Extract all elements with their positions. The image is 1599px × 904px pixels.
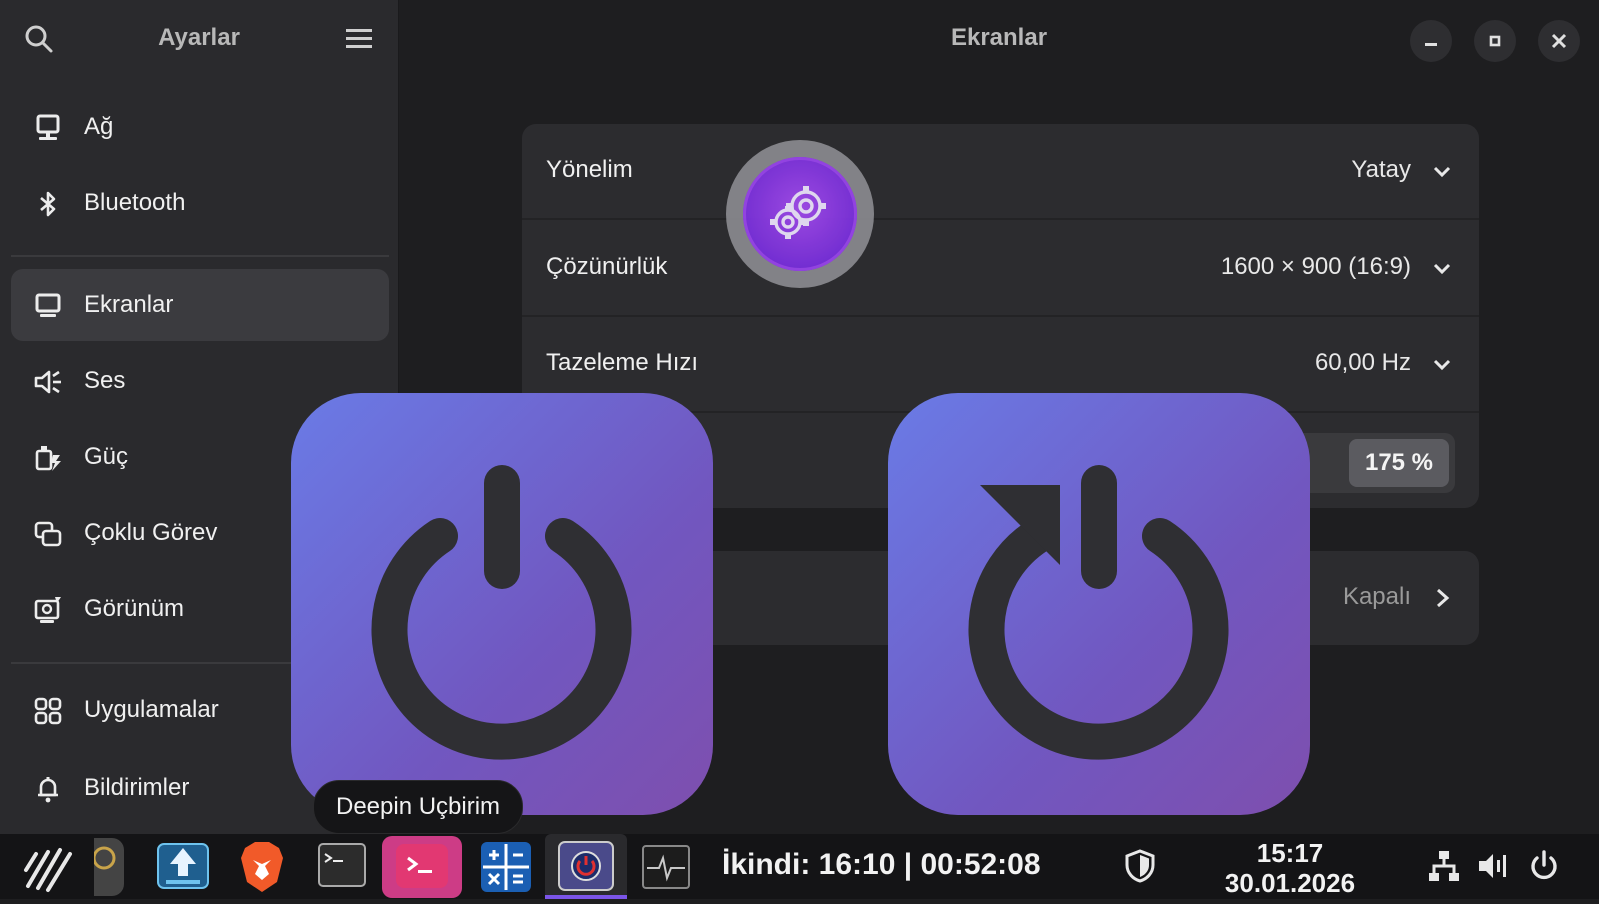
night-light-status: Kapalı [1342, 583, 1411, 610]
row-divider [522, 218, 1479, 220]
clock-date: 30.01.2026 [1224, 868, 1356, 898]
sidebar-title: Ayarlar [158, 24, 240, 51]
bluetooth-icon [40, 191, 56, 217]
power-tray-icon[interactable] [1526, 848, 1562, 884]
refresh-rate-label: Tazeleme Hızı [546, 349, 699, 376]
display-icon [35, 293, 61, 317]
launcher-icon[interactable] [18, 838, 78, 896]
active-indicator [545, 895, 627, 899]
sidebar-separator [11, 255, 389, 257]
close-button[interactable] [1538, 20, 1580, 62]
apps-grid-icon [34, 697, 62, 725]
power-off-icon [371, 465, 632, 760]
deepin-terminal-icon[interactable] [382, 836, 462, 898]
sidebar-item-network[interactable]: Ağ [11, 91, 389, 163]
taskbar: İkindi: 16:10 | 00:52:08 15:17 30.01.202… [0, 834, 1599, 899]
shield-icon[interactable] [1122, 848, 1158, 884]
brave-browser-icon[interactable] [233, 838, 291, 896]
taskbar-tooltip: Deepin Uçbirim [313, 780, 524, 834]
sidebar-item-label: Ses [84, 367, 126, 394]
software-updater-icon[interactable] [154, 838, 212, 896]
minimize-icon [1425, 43, 1437, 46]
hamburger-menu-icon[interactable] [344, 24, 374, 54]
resolution-label: Çözünürlük [546, 253, 668, 280]
resolution-value[interactable]: 1600 × 900 (16:9) [1221, 253, 1411, 281]
app-icon [92, 846, 116, 870]
minimize-button[interactable] [1410, 20, 1452, 62]
system-monitor-icon[interactable] [637, 838, 695, 896]
power-plug-icon [35, 446, 61, 471]
prayer-time-widget[interactable]: İkindi: 16:10 | 00:52:08 [722, 848, 1041, 882]
floating-settings-bubble[interactable] [726, 140, 874, 288]
shutdown-overlay-button[interactable] [291, 393, 713, 815]
appearance-icon [34, 597, 61, 623]
orientation-row[interactable]: Yönelim Yatay [522, 124, 1479, 218]
chevron-right-icon[interactable] [1431, 587, 1453, 609]
sidebar-item-label: Bluetooth [84, 189, 186, 216]
sound-icon [34, 370, 61, 394]
chevron-down-icon[interactable] [1431, 160, 1453, 182]
chevron-down-icon[interactable] [1431, 257, 1453, 279]
close-icon [1551, 33, 1567, 49]
scale-option-active[interactable]: 175 % [1349, 439, 1449, 487]
clock-time: 15:17 [1256, 838, 1324, 868]
network-icon [36, 114, 60, 140]
bell-icon [38, 777, 58, 803]
restart-icon [968, 465, 1229, 760]
sidebar-header: Ayarlar [0, 0, 398, 80]
terminal-icon[interactable] [313, 838, 371, 896]
sidebar-item-label: Ekranlar [84, 291, 174, 318]
settings-bubble-inner [743, 157, 857, 271]
calculator-icon[interactable] [477, 838, 535, 896]
orientation-label: Yönelim [546, 156, 633, 183]
sidebar-item-label: Ağ [84, 113, 114, 140]
sidebar-item-label: Görünüm [84, 595, 185, 622]
multitasking-icon [34, 521, 62, 547]
sidebar-item-label: Çoklu Görev [84, 519, 218, 546]
volume-icon[interactable] [1476, 848, 1512, 884]
sidebar-item-bluetooth[interactable]: Bluetooth [11, 167, 389, 239]
sidebar-item-label: Uygulamalar [84, 696, 219, 723]
network-tray-icon[interactable] [1426, 848, 1462, 884]
sidebar-item-displays[interactable]: Ekranlar [11, 269, 389, 341]
orientation-value[interactable]: Yatay [1351, 156, 1411, 184]
shutdown-app-icon[interactable] [545, 834, 627, 899]
settings-gear-icon [770, 186, 826, 239]
sidebar-item-label: Bildirimler [84, 774, 190, 801]
sidebar-item-label: Güç [84, 443, 129, 470]
maximize-button[interactable] [1474, 20, 1516, 62]
chevron-down-icon[interactable] [1431, 353, 1453, 375]
refresh-rate-value[interactable]: 60,00 Hz [1315, 349, 1411, 377]
partial-app-icon[interactable] [92, 838, 124, 896]
resolution-row[interactable]: Çözünürlük 1600 × 900 (16:9) [522, 221, 1479, 315]
restart-overlay-button[interactable] [888, 393, 1310, 815]
clock[interactable]: 15:17 30.01.2026 [1200, 838, 1380, 898]
maximize-icon [1489, 35, 1501, 47]
